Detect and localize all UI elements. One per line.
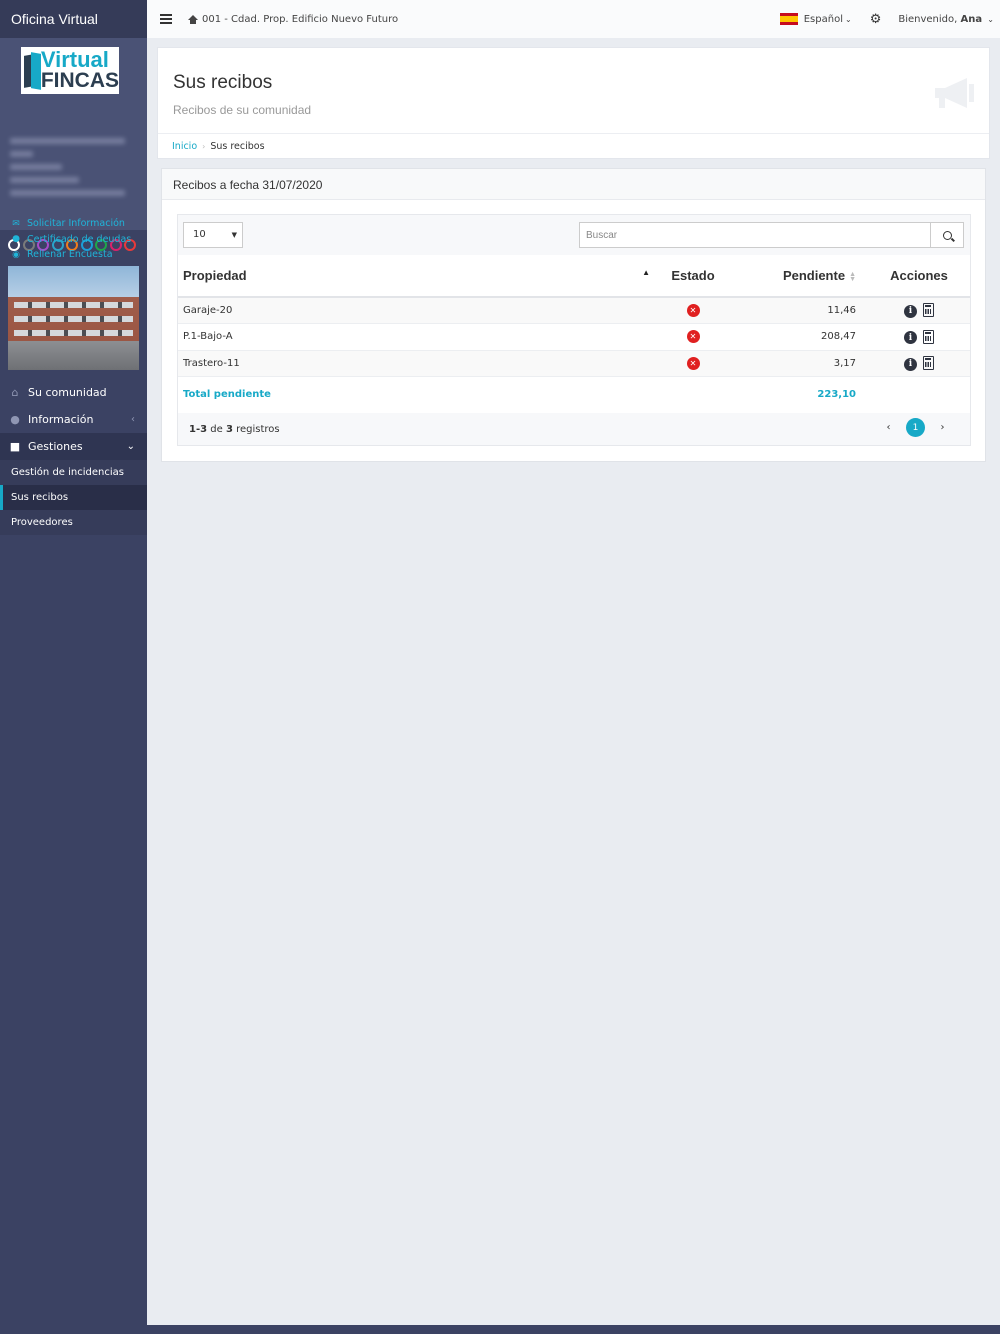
sort-icon: ▲ ▼	[849, 270, 856, 283]
page-subtitle: Recibos de su comunidad	[173, 103, 312, 117]
receipts-table: Propiedad ▲ Estado Pendiente ▲ ▼ Acciones G…	[178, 255, 970, 413]
sidebar-nav: ⌂ Su comunidad ● Información ‹ ■ Gestion…	[0, 379, 147, 535]
chevron-left-icon: ‹	[131, 414, 135, 425]
page-title: Sus recibos	[173, 72, 273, 93]
sort-ascending-icon: ▲	[642, 268, 650, 277]
survey-link[interactable]: ◉ Rellenar Encuesta	[11, 247, 131, 263]
logo-text-fincas: FINCAS	[40, 68, 119, 92]
language-label: Español	[803, 13, 843, 25]
breadcrumb-current: Sus recibos	[210, 140, 265, 152]
cell-pendiente: 3,17	[728, 350, 868, 377]
cell-pendiente: 208,47	[728, 323, 868, 351]
chevron-down-icon: ⌄	[126, 441, 135, 452]
table-row: Garaje-20 ✕ 11,46 i	[178, 297, 970, 324]
search-button[interactable]	[930, 222, 964, 248]
unpaid-x-icon: ✕	[686, 330, 700, 344]
spain-flag-icon	[779, 13, 798, 25]
sidebar-item-su-comunidad[interactable]: ⌂ Su comunidad	[0, 379, 147, 406]
language-selector[interactable]: Español ⌄	[779, 13, 852, 25]
logo-mark-icon	[24, 51, 41, 91]
cell-propiedad: P.1-Bajo-A	[178, 323, 658, 351]
calculator-icon[interactable]	[923, 303, 934, 318]
cell-pendiente: 11,46	[728, 297, 868, 324]
megaphone-icon	[935, 78, 974, 108]
breadcrumb-inicio[interactable]: Inicio	[172, 141, 197, 152]
blurred-contact-info	[10, 138, 125, 204]
page-length-select[interactable]: 10 ▼	[183, 222, 243, 248]
chevron-down-icon: ⌄	[987, 14, 994, 24]
user-menu[interactable]: Bienvenido, Ana ⌄	[898, 14, 994, 25]
calculator-icon[interactable]	[923, 329, 934, 344]
logo-text-virtual: Virtual	[40, 47, 109, 73]
page-header: Sus recibos Recibos de su comunidad Inic…	[157, 47, 990, 159]
sidebar-item-gestiones[interactable]: ■ Gestiones ⌄	[0, 433, 147, 460]
debt-certificate-link[interactable]: ● Certificado de deudas	[11, 232, 131, 248]
info-icon[interactable]: i	[904, 357, 917, 371]
info-icon[interactable]: i	[904, 331, 917, 344]
community-name: 001 - Cdad. Prop. Edificio Nuevo Futuro	[202, 13, 399, 25]
bottom-strip	[147, 1325, 1000, 1334]
app-title[interactable]: Oficina Virtual	[0, 0, 147, 38]
page-button-current[interactable]: 1	[906, 418, 925, 437]
column-header-acciones: Acciones	[868, 255, 970, 298]
welcome-text: Bienvenido,	[898, 13, 958, 25]
virtual-fincas-logo: Virtual FINCAS	[21, 47, 119, 94]
table-footer: 1-3 de 3 registros ‹ 1 ›	[178, 413, 970, 445]
search-icon	[942, 230, 952, 240]
column-header-estado[interactable]: Estado	[658, 255, 728, 298]
caret-down-icon: ▼	[231, 231, 237, 239]
chevron-left-icon[interactable]: ‹	[879, 418, 898, 437]
cell-propiedad: Trastero-11	[178, 350, 658, 377]
home-icon: ⌂	[11, 386, 19, 399]
search-input[interactable]	[579, 222, 930, 248]
check-circle-icon: ◉	[12, 249, 20, 260]
chevron-right-icon[interactable]: ›	[933, 418, 952, 437]
community-building-photo	[8, 266, 139, 370]
community-selector[interactable]: 001 - Cdad. Prop. Edificio Nuevo Futuro	[188, 14, 398, 25]
envelope-icon: ✉	[12, 218, 20, 229]
table-row: Trastero-11 ✕ 3,17 i	[178, 350, 970, 377]
gear-icon[interactable]: ⚙	[870, 12, 882, 27]
request-info-link[interactable]: ✉ Solicitar Información	[11, 216, 131, 232]
chevron-down-icon: ⌄	[844, 14, 852, 24]
column-header-pendiente[interactable]: Pendiente ▲ ▼	[728, 255, 868, 298]
receipts-panel: Recibos a fecha 31/07/2020 10 ▼ Propieda…	[161, 168, 986, 462]
table-controls: 10 ▼	[178, 215, 970, 255]
home-icon	[188, 14, 198, 24]
quick-links: ✉ Solicitar Información ● Certificado de d…	[11, 216, 131, 263]
breadcrumb: Inicio › Sus recibos	[158, 133, 989, 158]
chevron-right-icon: ›	[202, 141, 206, 151]
user-name: Ana	[960, 13, 983, 25]
sidebar-subitem-sus-recibos[interactable]: Sus recibos	[0, 485, 147, 510]
top-bar: 001 - Cdad. Prop. Edificio Nuevo Futuro …	[147, 0, 1000, 38]
column-header-propiedad[interactable]: Propiedad ▲	[178, 255, 658, 298]
total-value: 223,10	[817, 389, 856, 401]
sidebar: Oficina Virtual Virtual FINCAS ✉ Solicita…	[0, 0, 147, 1334]
total-row: Total pendiente 223,10	[178, 377, 970, 413]
profile-card: Virtual FINCAS ✉ Solicitar Información ● C…	[0, 38, 147, 260]
search-box	[579, 222, 964, 248]
sidebar-item-informacion[interactable]: ● Información ‹	[0, 406, 147, 433]
sidebar-subitem-incidencias[interactable]: Gestión de incidencias	[0, 460, 147, 485]
unpaid-x-icon: ✕	[686, 304, 700, 317]
total-label: Total pendiente	[183, 389, 271, 401]
info-icon[interactable]: i	[904, 304, 917, 318]
table-info: 1-3 de 3 registros	[189, 424, 280, 435]
certificate-icon: ●	[12, 234, 20, 245]
receipts-table-wrapper: 10 ▼ Propiedad▲ Estado Pendiente▲▼ Accio…	[177, 214, 971, 446]
table-row: P.1-Bajo-A ✕ 208,47 i	[178, 323, 970, 351]
sidebar-subitem-proveedores[interactable]: Proveedores	[0, 510, 147, 535]
pagination: ‹ 1 ›	[879, 418, 952, 437]
cell-propiedad: Garaje-20	[178, 297, 658, 324]
calculator-icon[interactable]	[923, 356, 934, 370]
panel-title: Recibos a fecha 31/07/2020	[162, 169, 985, 200]
unpaid-x-icon: ✕	[686, 356, 700, 370]
info-circle-icon: ●	[10, 413, 20, 426]
briefcase-icon: ■	[9, 440, 21, 453]
menu-toggle-icon[interactable]	[160, 12, 172, 26]
